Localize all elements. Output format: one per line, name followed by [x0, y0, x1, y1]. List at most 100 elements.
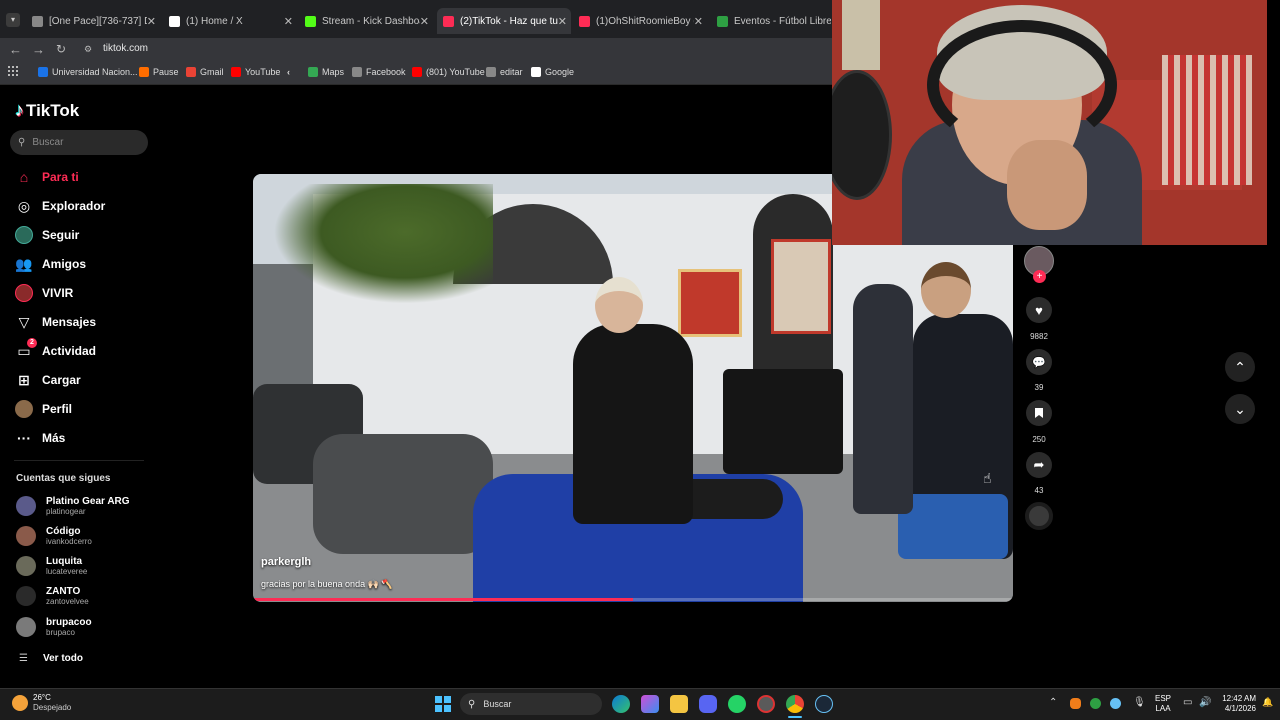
- sidebar-item[interactable]: ⊞ Cargar: [15, 371, 81, 389]
- bookmark-item[interactable]: Maps: [308, 67, 344, 77]
- bookmark-label: Universidad Nacion...: [52, 67, 138, 77]
- webcam-window: [842, 0, 880, 70]
- bookmark-item[interactable]: Facebook: [352, 67, 406, 77]
- copilot-icon[interactable]: [641, 695, 659, 713]
- tray-steam-icon[interactable]: [1110, 698, 1121, 709]
- sidebar-item[interactable]: ● Perfil: [15, 400, 72, 418]
- bookmark-item[interactable]: Universidad Nacion...: [38, 67, 138, 77]
- following-account[interactable]: brupacoo brupaco: [16, 617, 92, 637]
- sidebar-item-label: Para ti: [42, 170, 79, 184]
- edge-icon[interactable]: [612, 695, 630, 713]
- video-palm: [273, 184, 493, 304]
- tab-close-icon[interactable]: ✕: [558, 15, 567, 28]
- webcam-headphones: [927, 20, 1117, 150]
- browser-tab[interactable]: (2)TikTok - Haz que tu día✕: [437, 8, 571, 34]
- profile-avatar-icon: ●: [15, 400, 33, 418]
- tab-close-icon[interactable]: ✕: [284, 15, 293, 28]
- like-button[interactable]: ♥: [1026, 297, 1052, 323]
- sidebar-item[interactable]: ● VIVIR: [15, 284, 73, 302]
- bookmark-item[interactable]: (801) YouTube: [412, 67, 485, 77]
- volume-icon[interactable]: 🔊: [1199, 697, 1211, 708]
- chevron-down-icon: ⌄: [1234, 400, 1246, 417]
- sidebar-item[interactable]: ● Seguir: [15, 226, 79, 244]
- see-all-label: Ver todo: [42, 653, 83, 664]
- bookmark-icon: [1035, 408, 1043, 418]
- account-username: brupaco: [46, 628, 75, 637]
- forward-icon[interactable]: →: [32, 42, 45, 57]
- notifications-icon[interactable]: 🔔: [1262, 697, 1273, 708]
- browser-tab[interactable]: [One Pace][736-737] Dress✕: [26, 8, 160, 34]
- video-progress-track[interactable]: [253, 598, 1013, 601]
- network-icon[interactable]: ▭: [1183, 697, 1192, 708]
- follow-plus-icon[interactable]: +: [1033, 270, 1046, 283]
- whatsapp-icon[interactable]: [728, 695, 746, 713]
- tab-close-icon[interactable]: ✕: [147, 15, 156, 28]
- save-button[interactable]: [1026, 400, 1052, 426]
- chrome-icon[interactable]: [786, 695, 804, 713]
- bookmark-item[interactable]: Pause: [139, 67, 179, 77]
- following-account[interactable]: Platino Gear ARG platinogear: [16, 496, 130, 516]
- webcam-fan: [832, 70, 892, 200]
- comment-button[interactable]: 💬: [1026, 349, 1052, 375]
- account-avatar: [16, 586, 36, 606]
- app-icon[interactable]: [757, 695, 775, 713]
- tab-favicon-icon: [579, 15, 590, 27]
- windows-start-icon[interactable]: [435, 696, 451, 712]
- search-box[interactable]: ⚲ Buscar: [10, 130, 148, 155]
- tray-app-icon-2[interactable]: [1090, 698, 1101, 709]
- share-button[interactable]: ➦: [1026, 452, 1052, 478]
- reload-icon[interactable]: ↻: [56, 42, 66, 56]
- see-all-link[interactable]: ☰ Ver todo: [19, 653, 83, 664]
- video-motorbike-gray: [313, 434, 493, 554]
- tiktok-logo[interactable]: ♪ TikTok: [15, 100, 79, 121]
- following-account[interactable]: Luquita lucateveree: [16, 556, 87, 576]
- url-field[interactable]: tiktok.com: [103, 43, 148, 54]
- back-icon[interactable]: ←: [9, 42, 22, 57]
- next-video-button[interactable]: ⌄: [1225, 394, 1255, 424]
- sidebar-item[interactable]: ⌂ Para ti: [15, 168, 79, 186]
- weather-widget[interactable]: 26°C Despejado: [12, 693, 71, 713]
- sidebar-item[interactable]: ▽ Mensajes: [15, 313, 96, 331]
- tab-favicon-icon: [305, 15, 316, 27]
- sidebar-item[interactable]: 👥 Amigos: [15, 255, 86, 273]
- bookmark-item[interactable]: Google: [531, 67, 574, 77]
- clock[interactable]: 12:42 AM 4/1/2026: [1216, 694, 1256, 714]
- video-author[interactable]: parkerglh: [261, 556, 311, 568]
- account-text: Código ivankodcerro: [46, 526, 92, 546]
- tab-close-icon[interactable]: ✕: [694, 15, 703, 28]
- bookmark-item[interactable]: Gmail: [186, 67, 224, 77]
- bookmark-item[interactable]: YouTube: [231, 67, 280, 77]
- bookmark-label: Google: [545, 67, 575, 77]
- browser-tab[interactable]: Eventos - Fútbol Libre TV: [711, 8, 831, 34]
- taskbar-search[interactable]: ⚲ Buscar: [460, 693, 602, 715]
- language-code: ESP: [1155, 694, 1172, 703]
- bookmark-item[interactable]: editar: [486, 67, 523, 77]
- language-indicator[interactable]: ESP LAA: [1155, 694, 1171, 714]
- steam-icon[interactable]: [815, 695, 833, 713]
- sidebar-item[interactable]: ◎ Explorador: [15, 197, 105, 215]
- tab-close-icon[interactable]: ✕: [420, 15, 429, 28]
- previous-video-button[interactable]: ⌃: [1225, 352, 1255, 382]
- apps-grid-icon[interactable]: [8, 66, 18, 76]
- bookmark-label: (801) YouTube: [426, 67, 485, 77]
- following-account[interactable]: Código ivankodcerro: [16, 526, 92, 546]
- sidebar-item[interactable]: ▭ 2 Actividad: [15, 338, 96, 360]
- tab-search-button[interactable]: ▾: [6, 13, 20, 27]
- site-info-icon[interactable]: ⚙: [84, 44, 92, 55]
- following-account[interactable]: ZANTO zantovelvee: [16, 586, 89, 606]
- file-explorer-icon[interactable]: [670, 695, 688, 713]
- sidebar-item[interactable]: ··· Más: [15, 429, 65, 447]
- bookmark-kick-icon[interactable]: ‹: [287, 67, 290, 77]
- tab-title: (2)TikTok - Haz que tu día: [460, 15, 558, 27]
- tray-chevron-icon[interactable]: ⌃: [1049, 697, 1057, 708]
- sound-disc[interactable]: [1025, 502, 1053, 530]
- tray-app-icon-1[interactable]: [1070, 698, 1081, 709]
- discord-icon[interactable]: [699, 695, 717, 713]
- bookmark-favicon-icon: [352, 67, 362, 77]
- microphone-icon[interactable]: 🎙: [1133, 697, 1146, 708]
- sidebar-item-label: Explorador: [42, 199, 106, 213]
- cursor-hand-icon: ☝: [983, 470, 992, 486]
- browser-tab[interactable]: (1)OhShitRoomieBoy (@o✕: [573, 8, 707, 34]
- browser-tab[interactable]: (1) Home / X ✕: [163, 8, 297, 34]
- browser-tab[interactable]: Stream - Kick Dashboard✕: [299, 8, 433, 34]
